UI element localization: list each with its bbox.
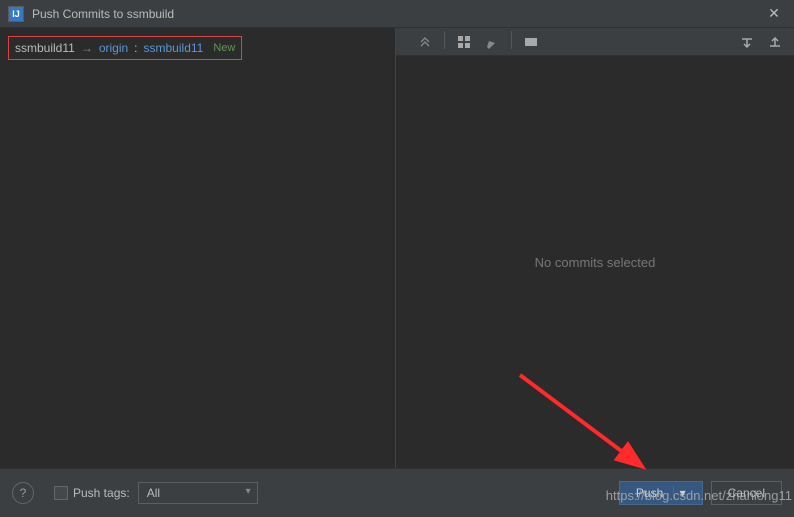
close-button[interactable]: ✕ bbox=[754, 0, 794, 28]
colon-separator: : bbox=[134, 41, 137, 55]
collapse-all-icon[interactable] bbox=[764, 31, 786, 53]
local-branch-label: ssmbuild11 bbox=[15, 41, 75, 55]
toolbar-separator bbox=[511, 31, 512, 49]
toolbar-separator bbox=[444, 31, 445, 49]
expand-icon[interactable] bbox=[414, 31, 436, 53]
main-area: ssmbuild11 → origin : ssmbuild11 New bbox=[0, 28, 794, 468]
branch-mapping-row[interactable]: ssmbuild11 → origin : ssmbuild11 New bbox=[8, 36, 242, 60]
remote-branch-name[interactable]: ssmbuild11 bbox=[144, 41, 204, 55]
window-title: Push Commits to ssmbuild bbox=[32, 7, 174, 21]
push-tags-value: All bbox=[147, 486, 160, 500]
left-pane: ssmbuild11 → origin : ssmbuild11 New bbox=[0, 28, 395, 468]
remote-name[interactable]: origin bbox=[99, 41, 128, 55]
right-pane: No commits selected bbox=[395, 28, 794, 468]
commits-empty-area: No commits selected bbox=[396, 56, 794, 468]
push-tags-checkbox[interactable] bbox=[54, 486, 68, 500]
expand-all-icon[interactable] bbox=[736, 31, 758, 53]
no-commits-label: No commits selected bbox=[535, 255, 656, 270]
new-branch-badge: New bbox=[213, 42, 235, 54]
preview-icon[interactable] bbox=[520, 31, 542, 53]
edit-icon[interactable] bbox=[481, 31, 503, 53]
arrow-icon: → bbox=[81, 41, 93, 55]
diff-toolbar bbox=[396, 28, 794, 56]
push-tags-select[interactable]: All bbox=[138, 482, 258, 504]
help-button[interactable]: ? bbox=[12, 482, 34, 504]
watermark-text: https://blog.csdn.net/zhanlong11 bbox=[606, 488, 792, 503]
title-bar: IJ Push Commits to ssmbuild ✕ bbox=[0, 0, 794, 28]
group-by-icon[interactable] bbox=[453, 31, 475, 53]
push-tags-label: Push tags: bbox=[73, 486, 130, 500]
push-tags-checkbox-wrapper[interactable]: Push tags: bbox=[54, 486, 130, 500]
app-icon: IJ bbox=[8, 6, 24, 22]
help-icon: ? bbox=[20, 486, 27, 500]
